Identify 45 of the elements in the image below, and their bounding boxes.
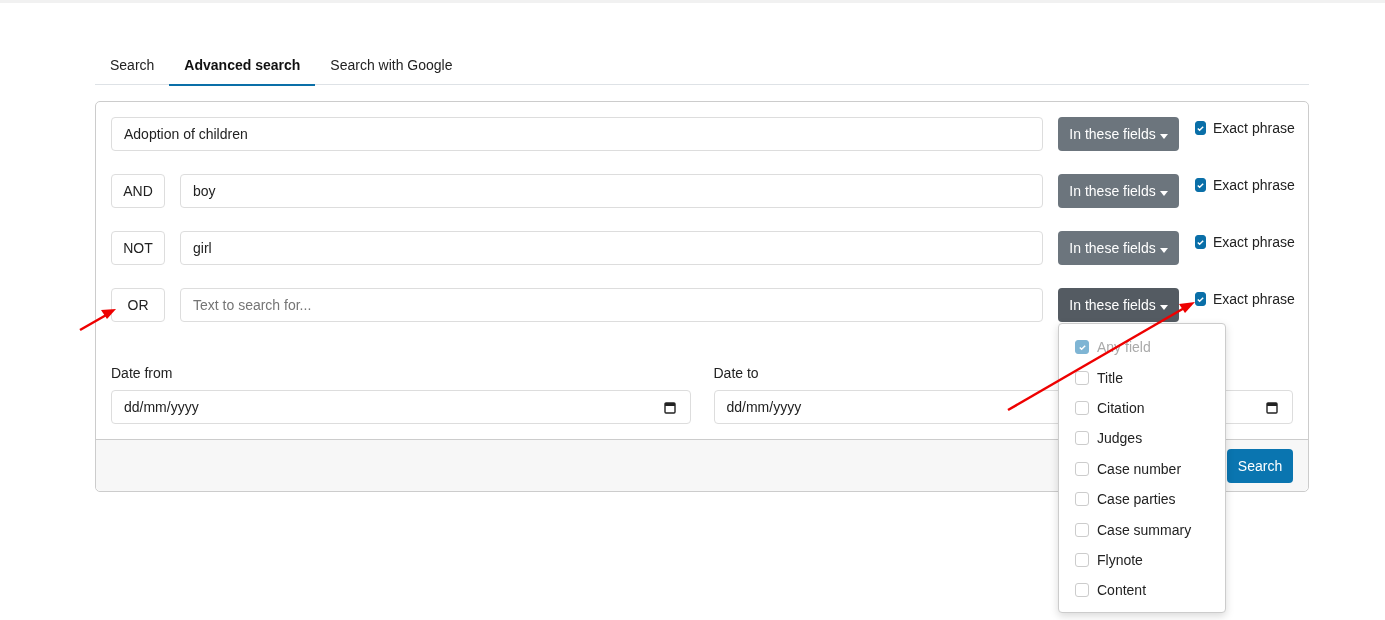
operator-label[interactable]: NOT (111, 231, 165, 265)
checkbox[interactable] (1195, 121, 1206, 135)
checkbox-label: Exact phrase (1213, 291, 1295, 307)
tab[interactable]: Search with Google (315, 49, 468, 84)
checkbox[interactable] (1195, 235, 1206, 249)
search-input[interactable]: Adoption of children (111, 117, 1043, 151)
search-input[interactable]: Text to search for... (180, 288, 1043, 322)
fields-dropdown-button[interactable]: In these fields (1058, 231, 1179, 265)
check-icon (1196, 294, 1205, 304)
menu-item-label[interactable]: Case number (1097, 460, 1182, 477)
menu-item-label[interactable]: Citation (1097, 399, 1145, 416)
caret-icon (1159, 191, 1168, 196)
checkbox-label: Exact phrase (1213, 120, 1295, 136)
check-icon (1196, 123, 1205, 133)
menu-item-label[interactable]: Flynote (1097, 551, 1143, 568)
tab[interactable]: Search (95, 49, 170, 84)
checkbox[interactable] (1195, 292, 1206, 306)
calendar-icon (1266, 401, 1278, 414)
check-icon (1196, 180, 1205, 190)
menu-item-label[interactable]: Case parties (1097, 491, 1176, 508)
caret-icon (1159, 248, 1168, 253)
date-input[interactable]: dd/mm/yyyy (111, 390, 691, 424)
fields-dropdown-button[interactable]: In these fields (1058, 174, 1179, 208)
annotation-arrow (79, 309, 116, 332)
search-input[interactable]: boy (180, 174, 1043, 208)
checkbox-label: Exact phrase (1213, 234, 1295, 250)
date-label: Date from (111, 365, 173, 381)
calendar-icon (663, 401, 676, 414)
caret-icon (1159, 134, 1168, 139)
check-icon (1077, 342, 1087, 352)
menu-item-label[interactable]: Judges (1097, 430, 1143, 447)
search-input[interactable]: girl (180, 231, 1043, 265)
menu-item-label[interactable]: Content (1097, 582, 1147, 599)
date-label: Date to (713, 365, 759, 381)
checkbox[interactable] (1195, 178, 1206, 192)
operator-label[interactable]: AND (111, 174, 165, 208)
menu-item-label[interactable]: Case summary (1097, 521, 1192, 538)
fields-dropdown-button[interactable]: In these fields (1058, 288, 1179, 322)
checkbox-label: Exact phrase (1213, 177, 1295, 193)
caret-icon (1159, 305, 1168, 310)
menu-item-label[interactable]: Title (1097, 369, 1123, 386)
fields-dropdown-button[interactable]: In these fields (1058, 117, 1179, 151)
tab[interactable]: Advanced search (169, 49, 316, 86)
search-button[interactable]: Search (1227, 448, 1293, 483)
check-icon (1196, 237, 1205, 247)
